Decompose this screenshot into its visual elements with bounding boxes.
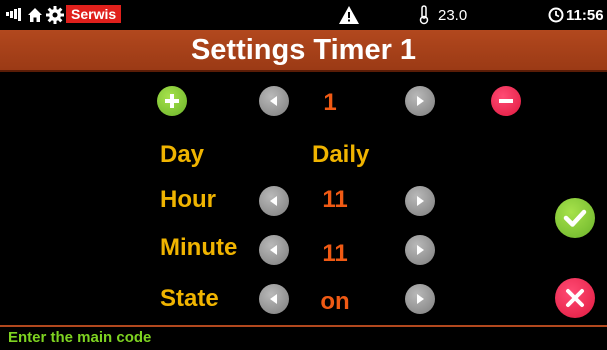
checkmark-icon: [563, 209, 587, 227]
timer-prev-button[interactable]: [259, 86, 289, 116]
plus-icon: [165, 94, 179, 108]
close-icon: [566, 289, 584, 307]
arrow-right-icon: [417, 294, 424, 304]
arrow-right-icon: [417, 96, 424, 106]
arrow-right-icon: [417, 245, 424, 255]
hour-value: 11: [322, 186, 348, 213]
arrow-left-icon: [270, 196, 277, 206]
footer-message: Enter the main code: [0, 325, 607, 350]
minute-label: Minute: [160, 234, 238, 261]
hour-decrease-button[interactable]: [259, 186, 289, 216]
state-value: on: [320, 288, 350, 315]
arrow-left-icon: [270, 96, 277, 106]
hour-label: Hour: [160, 186, 216, 213]
timer-number-value: 1: [323, 89, 337, 116]
minus-icon: [499, 99, 513, 103]
mode-badge: Serwis: [66, 5, 122, 23]
day-value[interactable]: Daily: [312, 141, 369, 169]
minute-decrease-button[interactable]: [259, 235, 289, 265]
arrow-left-icon: [270, 294, 277, 304]
arrow-left-icon: [270, 245, 277, 255]
thermometer-icon: [418, 4, 432, 26]
hour-increase-button[interactable]: [405, 186, 435, 216]
cancel-button[interactable]: [555, 278, 595, 318]
arrow-right-icon: [417, 196, 424, 206]
state-prev-button[interactable]: [259, 284, 289, 314]
confirm-button[interactable]: [555, 198, 595, 238]
home-icon[interactable]: [27, 4, 45, 26]
minute-value: 11: [322, 240, 348, 267]
clock-icon: [548, 4, 564, 26]
timer-next-button[interactable]: [405, 86, 435, 116]
temperature-value: 23.0: [438, 6, 468, 24]
page-title: Settings Timer 1: [0, 30, 607, 72]
signal-icon: [6, 4, 22, 24]
status-bar: Serwis 23.0 11:56: [0, 0, 607, 30]
state-label: State: [160, 285, 219, 312]
gear-icon[interactable]: [45, 4, 65, 26]
state-next-button[interactable]: [405, 284, 435, 314]
day-label: Day: [160, 141, 205, 168]
clock-time: 11:56: [566, 6, 604, 24]
minute-increase-button[interactable]: [405, 235, 435, 265]
add-timer-button[interactable]: [157, 86, 187, 116]
warning-icon: [339, 4, 359, 26]
remove-timer-button[interactable]: [491, 86, 521, 116]
